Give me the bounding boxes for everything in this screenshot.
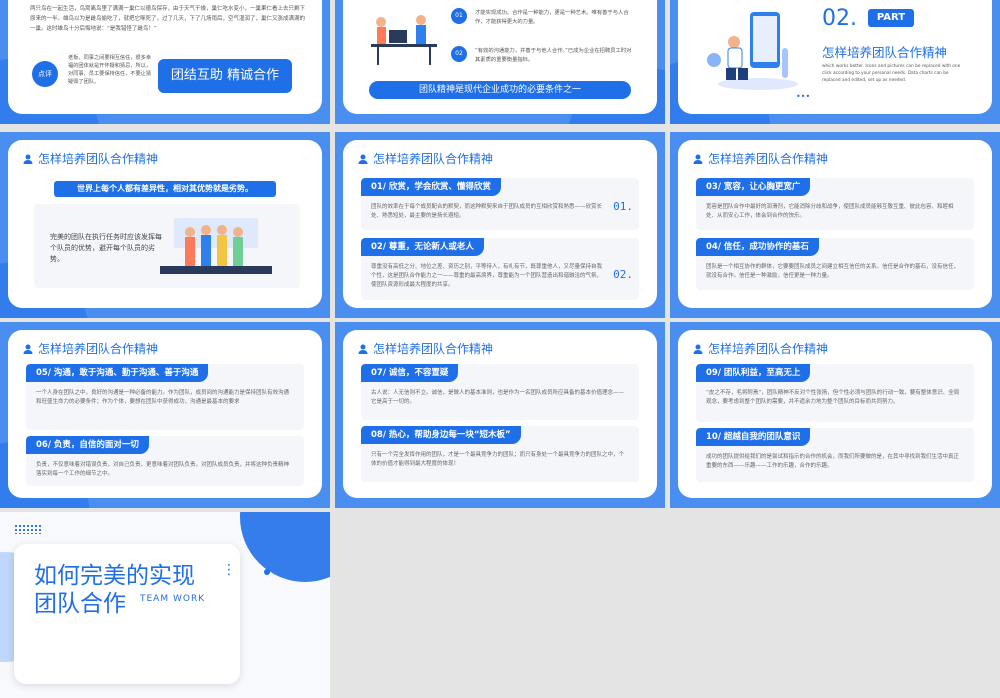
section-respect: 02/ 尊重，无论新人或老人 尊重没有高低之分、地位之差、资历之别，平等待人，有… <box>361 238 639 300</box>
section-text: 只有一个完全发挥作用的团队，才是一个最具竞争力的团队；而只有身处一个最具竞争力的… <box>371 452 625 467</box>
dots-menu[interactable]: ••• <box>796 92 810 101</box>
team-icon <box>23 344 33 354</box>
section-team-interest: 09/ 团队利益，至高无上 “皮之不存，毛将附焉”，团队精神不反对个性张扬，但个… <box>696 364 974 422</box>
slide-card: 02. PART 怎样培养团队合作精神 which works better. … <box>678 0 992 114</box>
section-responsibility: 06/ 负责，自信的面对一切 负责，不仅意味着对错误负责，对自己负责，更意味着对… <box>26 436 304 486</box>
part-label: PART <box>868 9 914 27</box>
slide-teamwork-intro[interactable]: 01 才能实现成功。合作是一种能力，更是一种艺术。唯有善于与人合作，才能获得更大… <box>335 0 665 124</box>
slide-header: 怎样培养团队合作精神 <box>22 150 158 167</box>
slide-header-title: 怎样培养团队合作精神 <box>38 152 159 166</box>
slide-tolerance-trust[interactable]: 怎样培养团队合作精神 03/ 宽容，让心胸更宽广 宽容是团队合作中最好的润滑剂，… <box>670 132 1000 318</box>
slide-card: 怎样培养团队合作精神 03/ 宽容，让心胸更宽广 宽容是团队合作中最好的润滑剂，… <box>678 140 992 308</box>
section-title: 08/ 热心，帮助身边每一块“短木板” <box>361 426 521 444</box>
unity-button[interactable]: 团结互助 精诚合作 <box>158 59 292 93</box>
section-title: 01/ 欣赏，学会欣赏、懂得欣赏 <box>361 178 501 196</box>
slide-card: 怎样培养团队合作精神 05/ 沟通，敢于沟通、勤于沟通、善于沟通 一个人身在团队… <box>8 330 322 498</box>
slide-team-interest[interactable]: 怎样培养团队合作精神 09/ 团队利益，至高无上 “皮之不存，毛将附焉”，团队精… <box>670 322 1000 508</box>
slide-header-title: 怎样培养团队合作精神 <box>373 152 494 166</box>
section-appreciate: 01/ 欣赏，学会欣赏、懂得欣赏 团队的效率在于每个成员配合的默契，而这种默契来… <box>361 178 639 230</box>
part-title: 怎样培养团队合作精神 <box>822 45 948 60</box>
slide-header-title: 怎样培养团队合作精神 <box>708 152 829 166</box>
team-icon <box>693 154 703 164</box>
section-title: 03/ 宽容，让心胸更宽广 <box>696 178 811 196</box>
slide-card: 两只鸟在一起生活，鸟窝离鸟里了满满一巢仁以德鸟保存，由于天气干燥，巢仁吃水变小，… <box>8 0 322 114</box>
item-number-1: 01 <box>451 8 467 24</box>
slide-card: 01 才能实现成功。合作是一种能力，更是一种艺术。唯有善于与人合作，才能获得更大… <box>343 0 657 114</box>
story-text: 两只鸟在一起生活，鸟窝离鸟里了满满一巢仁以德鸟保存，由于天气干燥，巢仁吃水变小，… <box>30 6 306 32</box>
slide-how-to-achieve[interactable]: 如何完美的实现 团队合作 TEAM WORK ⋮ <box>0 512 330 698</box>
section-title: 02/ 尊重，无论新人或老人 <box>361 238 484 256</box>
part-number: 02. <box>822 6 857 31</box>
slide-header: 怎样培养团队合作精神 <box>692 340 828 357</box>
item-text-2: “有效的沟通能力，并善于与他人合作。”已成为企业在招聘员工时对其素质的重要衡量指… <box>475 48 632 63</box>
slide-communication-responsibility[interactable]: 怎样培养团队合作精神 05/ 沟通，敢于沟通、勤于沟通、善于沟通 一个人身在团队… <box>0 322 330 508</box>
slide-header: 怎样培养团队合作精神 <box>692 150 828 167</box>
section-integrity: 07/ 诚信，不容置疑 古人说：人无信则不立。诚信，是做人的基本准则，也是作为一… <box>361 364 639 420</box>
dot-grid <box>14 524 42 534</box>
phone-person-illustration <box>707 12 798 90</box>
team-icon <box>23 154 33 164</box>
advantage-text: 完美的团队在执行任务时应该发挥每个队员的优势，避开每个队员的劣势。 <box>50 233 162 263</box>
slide-header-title: 怎样培养团队合作精神 <box>708 342 829 356</box>
section-text: 一个人身在团队之中，良好的沟通是一种必备的能力。作为团队，成员间的沟通能力是保持… <box>36 390 290 405</box>
slide-header-title: 怎样培养团队合作精神 <box>373 342 494 356</box>
slide-card: 怎样培养团队合作精神 07/ 诚信，不容置疑 古人说：人无信则不立。诚信，是做人… <box>343 330 657 498</box>
section-text: 团队是一个相互协作的群体，它要要团队成员之间建立相互信任的关系。信任是合作的基石… <box>706 264 960 279</box>
section-communication: 05/ 沟通，敢于沟通、勤于沟通、善于沟通 一个人身在团队之中，良好的沟通是一种… <box>26 364 304 430</box>
slide-card: 怎样培养团队合作精神 世界上每个人都有差异性，相对其优势就是劣势。 完美的团队在… <box>8 140 322 308</box>
team-icon <box>358 344 368 354</box>
section-text: 负责，不仅意味着对错误负责，对自己负责，更意味着对团队负责，对团队成员负责，并将… <box>36 462 290 477</box>
comment-text: 老板、同事之间要相互信任，很多幸福的团体就是开怀疑和猜忌，所以，对同事、员工要保… <box>68 55 152 85</box>
banner-button[interactable]: 团队精神是现代企业成功的必要条件之一 <box>369 81 631 99</box>
section-title: 06/ 负责，自信的面对一切 <box>26 436 149 454</box>
team-group-illustration <box>160 218 272 274</box>
section-text: 尊重没有高低之分、地位之差、资历之别，平等待人，有礼有节，既尊重他人，又尽量保持… <box>371 264 603 288</box>
slide-card: 怎样培养团队合作精神 01/ 欣赏，学会欣赏、懂得欣赏 团队的效率在于每个成员配… <box>343 140 657 308</box>
section-number: 01. <box>613 200 633 213</box>
slide-header: 怎样培养团队合作精神 <box>357 150 493 167</box>
part-subtitle: which works better. Icons and pictures c… <box>822 64 961 83</box>
slide-appreciate-respect[interactable]: 怎样培养团队合作精神 01/ 欣赏，学会欣赏、懂得欣赏 团队的效率在于每个成员配… <box>335 132 665 318</box>
slide-differences[interactable]: 怎样培养团队合作精神 世界上每个人都有差异性，相对其优势就是劣势。 完美的团队在… <box>0 132 330 318</box>
section-warmth: 08/ 热心，帮助身边每一块“短木板” 只有一个完全发挥作用的团队，才是一个最具… <box>361 426 639 482</box>
slide-card: 怎样培养团队合作精神 09/ 团队利益，至高无上 “皮之不存，毛将附焉”，团队精… <box>678 330 992 498</box>
slide-part-02[interactable]: 02. PART 怎样培养团队合作精神 which works better. … <box>670 0 1000 124</box>
section-trust: 04/ 信任，成功协作的基石 团队是一个相互协作的群体，它要要团队成员之间建立相… <box>696 238 974 290</box>
more-menu[interactable]: ⋮ <box>222 562 236 578</box>
slide-header-title: 怎样培养团队合作精神 <box>38 342 159 356</box>
section-text: 团队的效率在于每个成员配合的默契，而这种默契来自于团队成员的互相欣赏和熟悉——欣… <box>371 204 603 219</box>
team-desk-illustration <box>371 15 437 65</box>
section-title-line2: 团队合作 <box>34 591 126 617</box>
section-title: 10/ 超越自我的团队意识 <box>696 428 811 446</box>
team-icon <box>358 154 368 164</box>
slide-header: 怎样培养团队合作精神 <box>22 340 158 357</box>
item-text-1: 才能实现成功。合作是一种能力，更是一种艺术。唯有善于与人合作，才能获得更大的力量… <box>475 10 629 25</box>
section-team-awareness: 10/ 超越自我的团队意识 成功的团队提供给我们的是尝试和指示的合作的机会，而我… <box>696 428 974 482</box>
section-title: 04/ 信任，成功协作的基石 <box>696 238 819 256</box>
slide-integrity-warmth[interactable]: 怎样培养团队合作精神 07/ 诚信，不容置疑 古人说：人无信则不立。诚信，是做人… <box>335 322 665 508</box>
difference-banner: 世界上每个人都有差异性，相对其优势就是劣势。 <box>54 181 276 197</box>
accent-dot <box>264 569 270 575</box>
background-blob <box>240 512 330 582</box>
section-tolerance: 03/ 宽容，让心胸更宽广 宽容是团队合作中最好的润滑剂，它能消除分歧和战争，使… <box>696 178 974 230</box>
slide-header: 怎样培养团队合作精神 <box>357 340 493 357</box>
section-text: 宽容是团队合作中最好的润滑剂，它能消除分歧和战争，使团队成员能够互敬互重、彼此包… <box>706 204 954 219</box>
section-title: 09/ 团队利益，至高无上 <box>696 364 811 382</box>
section-title: 05/ 沟通，敢于沟通、勤于沟通、善于沟通 <box>26 364 209 382</box>
item-number-2: 02 <box>451 46 467 62</box>
section-text: 古人说：人无信则不立。诚信，是做人的基本准则，也是作为一名团队成员所应具备的基本… <box>371 390 625 405</box>
comment-badge: 点评 <box>32 61 58 87</box>
team-icon <box>693 344 703 354</box>
slide-story[interactable]: 两只鸟在一起生活，鸟窝离鸟里了满满一巢仁以德鸟保存，由于天气干燥，巢仁吃水变小，… <box>0 0 330 124</box>
section-title: 07/ 诚信，不容置疑 <box>361 364 459 382</box>
section-number: 02. <box>613 268 633 281</box>
section-text: 成功的团队提供给我们的是尝试和指示的合作的机会，而我们所要做的是，在其中寻找到我… <box>706 454 960 469</box>
section-text: “皮之不存，毛将附焉”，团队精神不反对个性张扬，但个性必须与团队的行动一致，要有… <box>706 390 960 405</box>
section-english-title: TEAM WORK <box>140 594 206 604</box>
